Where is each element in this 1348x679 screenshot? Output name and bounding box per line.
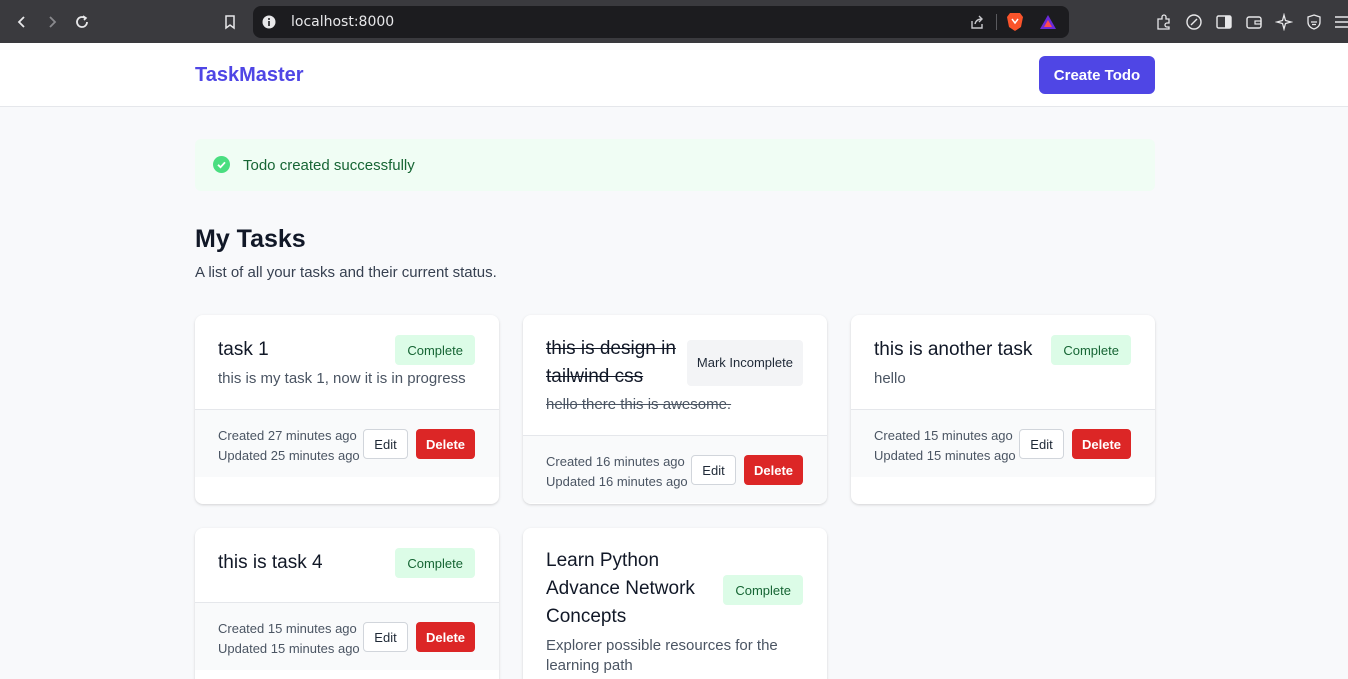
vpn-shield-icon[interactable]: [1305, 13, 1323, 31]
status-badge[interactable]: Complete: [1051, 335, 1131, 365]
delete-button[interactable]: Delete: [744, 455, 803, 485]
task-card: task 1 Complete this is my task 1, now i…: [195, 315, 499, 504]
success-alert: Todo created successfully: [195, 139, 1155, 191]
site-info-icon[interactable]: [262, 15, 276, 29]
back-icon[interactable]: [11, 11, 33, 33]
status-badge[interactable]: Complete: [395, 335, 475, 365]
address-bar[interactable]: localhost:8000: [253, 6, 1069, 38]
delete-button[interactable]: Delete: [416, 429, 475, 459]
edit-button[interactable]: Edit: [363, 622, 408, 652]
task-card: this is design in tailwind css Mark Inco…: [523, 315, 827, 504]
task-description: hello there this is awesome.: [546, 396, 732, 413]
task-title: this is task 4: [218, 552, 323, 573]
task-description: hello: [874, 370, 906, 387]
task-title: this is another task: [874, 339, 1033, 360]
menu-icon[interactable]: [1333, 13, 1348, 31]
page-title: My Tasks: [195, 225, 306, 253]
task-card: this is task 4 Complete Created 15 minut…: [195, 528, 499, 679]
edit-button[interactable]: Edit: [691, 455, 736, 485]
forward-icon[interactable]: [41, 11, 63, 33]
created-time: Created 16 minutes ago: [546, 454, 685, 469]
alert-message: Todo created successfully: [243, 157, 415, 174]
created-time: Created 15 minutes ago: [218, 621, 357, 636]
task-footer: Created 15 minutes ago Updated 15 minute…: [851, 409, 1155, 477]
delete-button[interactable]: Delete: [1072, 429, 1131, 459]
leo-icon[interactable]: [1185, 13, 1203, 31]
brand-logo[interactable]: TaskMaster: [195, 64, 304, 87]
extensions-icon[interactable]: [1155, 13, 1173, 31]
url-text: localhost:8000: [291, 14, 395, 30]
reload-icon[interactable]: [71, 11, 93, 33]
task-timestamps: Created 16 minutes ago Updated 16 minute…: [546, 452, 688, 492]
status-badge[interactable]: Complete: [395, 548, 475, 578]
task-card: Learn Python Advance Network Concepts Co…: [523, 528, 827, 679]
task-footer: Created 27 minutes ago Updated 25 minute…: [195, 409, 499, 477]
updated-time: Updated 15 minutes ago: [874, 448, 1016, 463]
page-subtitle: A list of all your tasks and their curre…: [195, 264, 497, 281]
delete-button[interactable]: Delete: [416, 622, 475, 652]
mark-incomplete-button[interactable]: Mark Incomplete: [686, 340, 803, 386]
ai-sparkle-icon[interactable]: [1275, 13, 1293, 31]
task-title: Learn Python Advance Network Concepts: [546, 550, 695, 627]
app-header: TaskMaster Create Todo: [0, 43, 1348, 107]
bookmark-icon[interactable]: [219, 11, 241, 33]
edit-button[interactable]: Edit: [1019, 429, 1064, 459]
task-timestamps: Created 15 minutes ago Updated 15 minute…: [218, 619, 360, 659]
updated-time: Updated 15 minutes ago: [218, 641, 360, 656]
wallet-icon[interactable]: [1245, 13, 1263, 31]
task-timestamps: Created 15 minutes ago Updated 15 minute…: [874, 426, 1016, 466]
create-todo-button[interactable]: Create Todo: [1039, 56, 1155, 94]
created-time: Created 15 minutes ago: [874, 428, 1013, 443]
task-timestamps: Created 27 minutes ago Updated 25 minute…: [218, 426, 360, 466]
edit-button[interactable]: Edit: [363, 429, 408, 459]
brave-shield-icon[interactable]: [1006, 12, 1024, 32]
check-circle-icon: [213, 156, 230, 173]
task-card: this is another task Complete hello Crea…: [851, 315, 1155, 504]
updated-time: Updated 25 minutes ago: [218, 448, 360, 463]
task-title: task 1: [218, 339, 269, 360]
task-description: Explorer possible resources for the lear…: [546, 637, 778, 674]
share-icon[interactable]: [969, 14, 985, 30]
task-description: this is my task 1, now it is in progress: [218, 370, 466, 387]
sidebar-icon[interactable]: [1215, 13, 1233, 31]
divider: [996, 14, 997, 30]
rewards-icon[interactable]: [1039, 13, 1057, 31]
status-badge[interactable]: Complete: [723, 575, 803, 605]
updated-time: Updated 16 minutes ago: [546, 474, 688, 489]
task-footer: Created 15 minutes ago Updated 15 minute…: [195, 602, 499, 670]
browser-toolbar: localhost:8000: [0, 0, 1348, 43]
created-time: Created 27 minutes ago: [218, 428, 357, 443]
task-title: this is design in tailwind css: [546, 338, 676, 387]
task-footer: Created 16 minutes ago Updated 16 minute…: [523, 435, 827, 503]
